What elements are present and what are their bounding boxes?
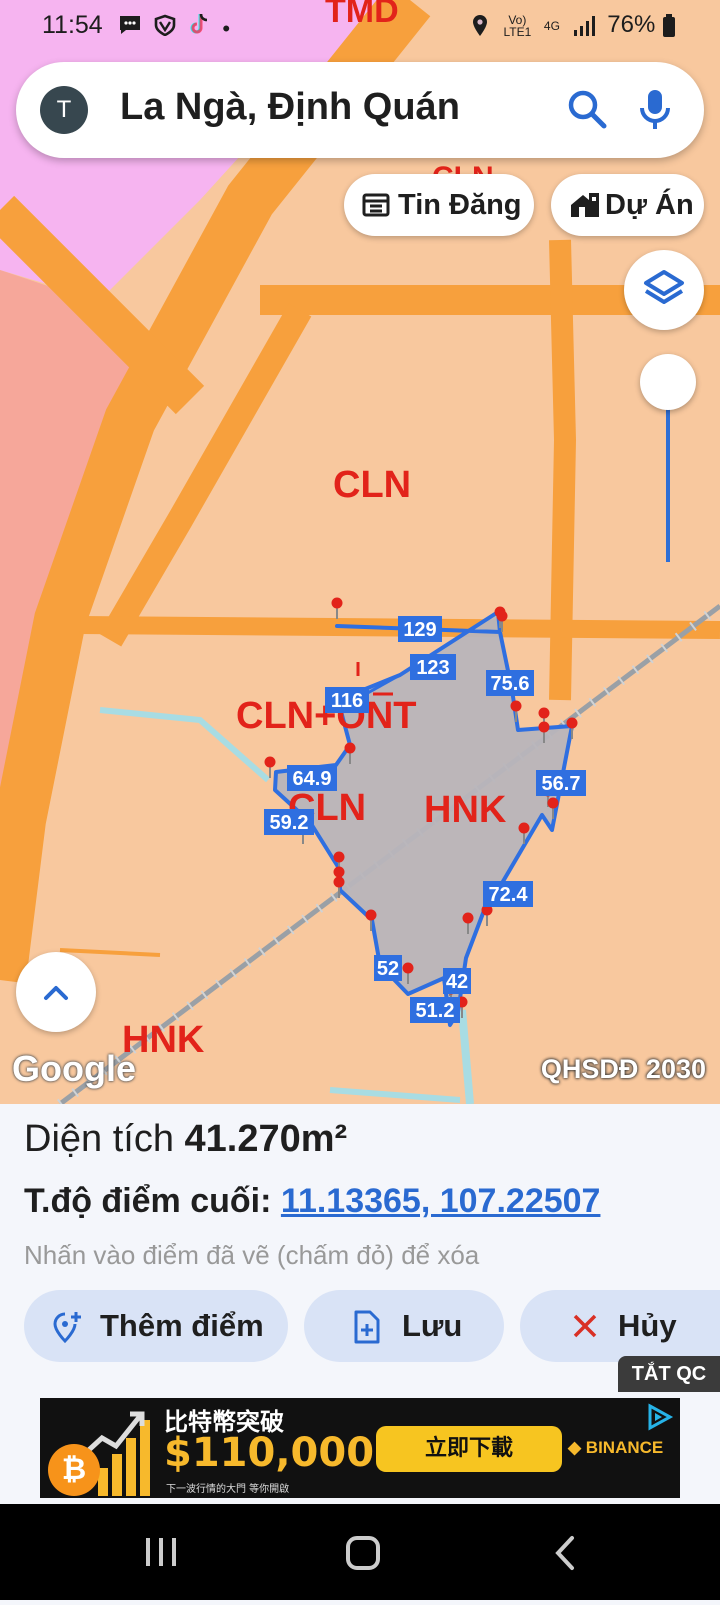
edge-length-label: 72.4 [483, 881, 533, 907]
map-view[interactable]: TMD CLN CLN CLN+ONT CLN HNK HNK 12912375… [0, 0, 720, 1104]
edge-length-label: 123 [410, 654, 456, 680]
area-row: Diện tích 41.270m² [24, 1118, 347, 1161]
svg-text:64.9: 64.9 [293, 768, 332, 790]
search-bar[interactable]: T La Ngà, Định Quán [16, 62, 704, 158]
ad-banner[interactable]: ₿ 比特幣突破 $110,000! 立即下載 ◆ BINANCE 下一波行情的大… [40, 1398, 680, 1498]
projects-chip[interactable]: Dự Án [551, 174, 704, 236]
edge-length-label: 56.7 [536, 770, 586, 796]
info-panel: Diện tích 41.270m² T.độ điểm cuối: 11.13… [0, 1104, 720, 1384]
chevron-up-icon [44, 986, 68, 1000]
add-point-label: Thêm điểm [100, 1308, 264, 1343]
edge-length-label: 129 [398, 616, 442, 642]
building-icon [571, 193, 599, 217]
coordinate-label: T.độ điểm cuối: [24, 1182, 272, 1220]
hide-ads-button[interactable]: TẮT QC [618, 1356, 720, 1392]
expand-button[interactable] [16, 952, 96, 1032]
area-value: 41.270m² [184, 1118, 348, 1160]
svg-text:51.2: 51.2 [416, 1000, 455, 1022]
notification-icons: • [118, 12, 236, 42]
projects-chip-label: Dự Án [605, 189, 694, 221]
hint-text: Nhấn vào điểm đã vẽ (chấm đỏ) để xóa [24, 1240, 480, 1270]
volte-indicator: Vo) LTE1 [503, 12, 532, 39]
zone-label: CLN [333, 464, 411, 506]
edge-length-label: 75.6 [486, 670, 534, 696]
home-icon[interactable] [346, 1536, 380, 1570]
coordinate-row: T.độ điểm cuối: 11.13365, 107.22507 [24, 1182, 600, 1221]
edge-length-label: 59.2 [264, 809, 314, 835]
clock: 11:54 [42, 11, 103, 39]
close-icon [573, 1314, 597, 1338]
svg-text:72.4: 72.4 [489, 884, 529, 906]
edge-length-label: 116 [325, 687, 369, 713]
battery-icon [663, 13, 675, 37]
layers-icon [644, 270, 684, 304]
battery-text: 76% [607, 11, 656, 38]
ad-price: $110,000! [164, 1430, 393, 1476]
opacity-slider-knob[interactable] [640, 354, 696, 410]
svg-text:123: 123 [416, 657, 449, 679]
ad-download-button[interactable]: 立即下載 [376, 1426, 562, 1472]
nav-buttons [146, 1536, 574, 1570]
save-file-icon [354, 1310, 380, 1344]
listing-icon [362, 193, 390, 217]
svg-text:59.2: 59.2 [270, 812, 309, 834]
svg-text:52: 52 [377, 958, 399, 980]
svg-text:56.7: 56.7 [542, 773, 581, 795]
svg-text:129: 129 [403, 619, 436, 641]
adchoices-icon[interactable] [644, 1402, 674, 1432]
shield-icon [154, 14, 176, 37]
navigation-bar [0, 1504, 720, 1600]
plan-label: QHSDĐ 2030 [540, 1054, 706, 1084]
edge-length-label: 42 [443, 968, 471, 994]
microphone-icon[interactable] [632, 86, 678, 132]
listings-chip-label: Tin Đăng [398, 189, 522, 221]
zone-label: HNK [424, 789, 507, 831]
system-icons: Vo) LTE1 4G 76% [471, 11, 676, 39]
bitcoin-icon: ₿ [48, 1444, 100, 1496]
layers-button[interactable] [624, 250, 704, 330]
edge-length-label: 52 [374, 955, 402, 981]
coordinate-link[interactable]: 11.13365, 107.22507 [281, 1182, 601, 1220]
dot-icon: • [222, 16, 237, 41]
location-icon [472, 14, 487, 36]
map-canvas[interactable]: TMD CLN CLN CLN+ONT CLN HNK HNK 12912375… [0, 0, 720, 1104]
status-bar: 11:54 • Vo) LTE1 4G 76% [0, 0, 720, 52]
edge-length-label: 51.2 [410, 997, 460, 1023]
add-location-icon [53, 1312, 81, 1344]
svg-text:75.6: 75.6 [491, 673, 530, 695]
save-button[interactable]: Lưu [304, 1290, 504, 1362]
add-point-button[interactable]: Thêm điểm [24, 1290, 288, 1362]
tiktok-icon [190, 13, 208, 34]
search-query[interactable]: La Ngà, Định Quán [120, 86, 460, 129]
network-4g: 4G [543, 18, 560, 33]
avatar[interactable]: T [40, 86, 88, 134]
save-label: Lưu [402, 1308, 463, 1343]
svg-text:42: 42 [446, 971, 468, 993]
area-label: Diện tích [24, 1118, 174, 1160]
recents-icon[interactable] [146, 1538, 176, 1566]
cancel-button[interactable]: Hủy [520, 1290, 720, 1362]
cancel-label: Hủy [618, 1308, 677, 1343]
listings-chip[interactable]: Tin Đăng [344, 174, 534, 236]
river [458, 1009, 474, 1104]
river [329, 1087, 461, 1103]
edge-length-label: 64.9 [287, 765, 337, 791]
google-logo: Google [12, 1048, 136, 1089]
back-icon[interactable] [555, 1536, 574, 1570]
ad-brand: ◆ BINANCE [568, 1438, 664, 1457]
message-icon [120, 16, 140, 34]
signal-icon [573, 15, 595, 36]
ad-tagline: 下一波行情的大門 等你開啟 [166, 1484, 290, 1495]
point-marker[interactable] [331, 597, 343, 620]
search-icon[interactable] [564, 86, 610, 132]
svg-text:116: 116 [331, 690, 363, 712]
